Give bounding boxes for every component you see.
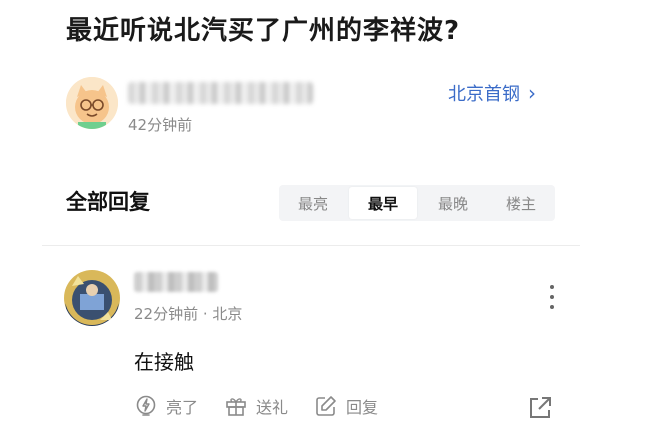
divider [42,245,580,246]
gift-icon [226,398,246,416]
replies-section-title: 全部回复 [66,190,150,214]
sort-tabs: 最亮 最早 最晚 楼主 [279,185,555,221]
edit-reply-icon [316,396,336,416]
more-vertical-icon[interactable] [542,285,562,309]
like-label: 亮了 [166,398,199,417]
forum-link-label: 北京首钢 [448,84,520,105]
author-name-blurred[interactable] [128,82,313,104]
reply-avatar-image [65,271,119,325]
reply-button[interactable]: 回复 [314,394,378,418]
sort-tab-earliest[interactable]: 最早 [349,187,417,219]
like-button[interactable]: 亮了 [134,394,198,418]
reply-content: 在接触 [134,350,194,374]
forum-link[interactable]: 北京首钢 › [448,80,536,106]
gift-button[interactable]: 送礼 [224,394,288,418]
author-avatar[interactable] [66,77,118,129]
sort-tab-latest[interactable]: 最晚 [419,185,487,221]
chevron-right-icon: › [528,81,536,105]
reply-label: 回复 [346,398,379,417]
gift-label: 送礼 [256,398,289,417]
post-time: 42分钟前 [128,116,193,134]
sort-tab-brightest[interactable]: 最亮 [279,185,347,221]
reply-meta: 22分钟前 · 北京 [134,305,243,323]
author-avatar-image [66,77,118,129]
share-icon [530,397,551,418]
share-button[interactable] [527,395,553,425]
sort-tab-op-only[interactable]: 楼主 [487,185,555,221]
reply-user-avatar[interactable] [64,270,120,326]
reply-actions: 亮了 送礼 回复 [134,394,404,418]
lightning-icon [136,395,156,416]
post-title: 最近听说北汽买了广州的李祥波? [66,16,461,46]
reply-username-blurred[interactable] [134,272,218,292]
